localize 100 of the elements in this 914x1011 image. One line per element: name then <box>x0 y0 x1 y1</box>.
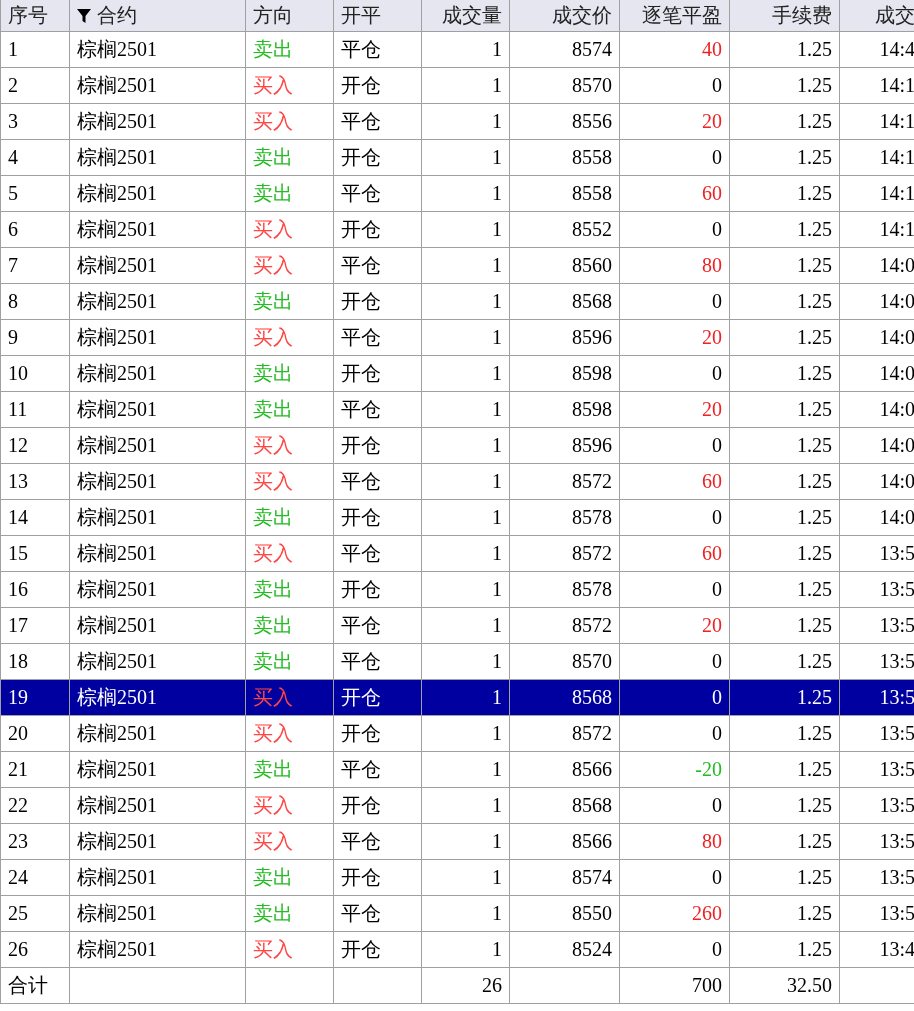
price-cell: 8572 <box>510 608 620 643</box>
time-cell-text: 14:0 <box>878 397 914 422</box>
table-row[interactable]: 8 棕榈2501 卖出 开仓 1 8568 0 1.25 14:0 <box>1 284 914 320</box>
time-cell-text: 14:1 <box>878 73 914 98</box>
table-row[interactable]: 16 棕榈2501 卖出 开仓 1 8578 0 1.25 13:5 <box>1 572 914 608</box>
table-row[interactable]: 17 棕榈2501 卖出 平仓 1 8572 20 1.25 13:5 <box>1 608 914 644</box>
fee-cell: 1.25 <box>730 752 840 787</box>
profit-text: 0 <box>712 686 722 709</box>
offset-cell: 平仓 <box>334 104 422 139</box>
price-cell: 8578 <box>510 572 620 607</box>
filter-icon[interactable] <box>77 8 91 23</box>
table-row[interactable]: 21 棕榈2501 卖出 平仓 1 8566 -20 1.25 13:5 <box>1 752 914 788</box>
table-row[interactable]: 3 棕榈2501 买入 平仓 1 8556 20 1.25 14:1 <box>1 104 914 140</box>
offset-cell: 开仓 <box>334 356 422 391</box>
direction-text: 卖出 <box>253 901 293 926</box>
quantity-cell: 1 <box>422 572 510 607</box>
row-number: 11 <box>1 392 70 427</box>
column-header[interactable]: 逐笔平盈 <box>620 0 730 31</box>
table-row[interactable]: 4 棕榈2501 卖出 开仓 1 8558 0 1.25 14:1 <box>1 140 914 176</box>
time-cell-text: 13:5 <box>878 721 914 746</box>
offset-cell: 开仓 <box>334 212 422 247</box>
column-header[interactable]: 合约 <box>70 0 246 31</box>
offset-cell: 平仓 <box>334 824 422 859</box>
table-row[interactable]: 25 棕榈2501 卖出 平仓 1 8550 260 1.25 13:5 <box>1 896 914 932</box>
table-row[interactable]: 1 棕榈2501 卖出 平仓 1 8574 40 1.25 14:4 <box>1 32 914 68</box>
profit-text: 0 <box>712 362 722 385</box>
column-header[interactable]: 序号 <box>1 0 70 31</box>
table-row[interactable]: 15 棕榈2501 买入 平仓 1 8572 60 1.25 13:5 <box>1 536 914 572</box>
row-number: 18 <box>1 644 70 679</box>
contract-cell: 棕榈2501 <box>70 68 246 103</box>
table-row[interactable]: 12 棕榈2501 买入 开仓 1 8596 0 1.25 14:0 <box>1 428 914 464</box>
table-row[interactable]: 18 棕榈2501 卖出 平仓 1 8570 0 1.25 13:5 <box>1 644 914 680</box>
contract-cell: 棕榈2501 <box>70 824 246 859</box>
fee-cell: 1.25 <box>730 68 840 103</box>
contract-cell: 棕榈2501 <box>70 428 246 463</box>
price-cell: 8556 <box>510 104 620 139</box>
column-header[interactable]: 成交量 <box>422 0 510 31</box>
direction-text: 买入 <box>253 469 293 494</box>
table-row[interactable]: 22 棕榈2501 买入 开仓 1 8568 0 1.25 13:5 <box>1 788 914 824</box>
quantity-cell: 1 <box>422 716 510 751</box>
direction-text: 卖出 <box>253 397 293 422</box>
profit-text: 0 <box>712 74 722 97</box>
time-cell-text: 13:5 <box>878 649 914 674</box>
total-cell: 32.50 <box>730 968 840 1003</box>
table-row[interactable]: 14 棕榈2501 卖出 开仓 1 8578 0 1.25 14:0 <box>1 500 914 536</box>
time-cell-text: 14:0 <box>878 505 914 530</box>
table-row[interactable]: 9 棕榈2501 买入 平仓 1 8596 20 1.25 14:0 <box>1 320 914 356</box>
table-row[interactable]: 6 棕榈2501 买入 开仓 1 8552 0 1.25 14:1 <box>1 212 914 248</box>
contract-cell: 棕榈2501 <box>70 140 246 175</box>
direction-text: 卖出 <box>253 757 293 782</box>
column-header[interactable]: 方向 <box>246 0 334 31</box>
column-header[interactable]: 手续费 <box>730 0 840 31</box>
table-row[interactable]: 26 棕榈2501 买入 开仓 1 8524 0 1.25 13:4 <box>1 932 914 968</box>
contract-cell: 棕榈2501 <box>70 716 246 751</box>
quantity-cell: 1 <box>422 536 510 571</box>
row-number: 5 <box>1 176 70 211</box>
direction-text: 卖出 <box>253 865 293 890</box>
quantity-cell: 1 <box>422 932 510 967</box>
direction-text: 买入 <box>253 829 293 854</box>
column-label: 合约 <box>97 3 137 28</box>
quantity-cell: 1 <box>422 608 510 643</box>
row-number: 13 <box>1 464 70 499</box>
column-header[interactable]: 开平 <box>334 0 422 31</box>
price-cell: 8566 <box>510 752 620 787</box>
profit-text: 0 <box>712 650 722 673</box>
table-row[interactable]: 24 棕榈2501 卖出 开仓 1 8574 0 1.25 13:5 <box>1 860 914 896</box>
row-number: 24 <box>1 860 70 895</box>
offset-cell: 平仓 <box>334 536 422 571</box>
table-row[interactable]: 7 棕榈2501 买入 平仓 1 8560 80 1.25 14:0 <box>1 248 914 284</box>
row-number: 10 <box>1 356 70 391</box>
price-cell: 8568 <box>510 284 620 319</box>
profit-text: 60 <box>702 182 722 205</box>
row-number: 3 <box>1 104 70 139</box>
table-row[interactable]: 23 棕榈2501 买入 平仓 1 8566 80 1.25 13:5 <box>1 824 914 860</box>
fee-cell: 1.25 <box>730 608 840 643</box>
profit-text: 80 <box>702 830 722 853</box>
contract-cell: 棕榈2501 <box>70 32 246 67</box>
row-number: 25 <box>1 896 70 931</box>
time-cell-text: 14:0 <box>878 289 914 314</box>
fee-cell: 1.25 <box>730 284 840 319</box>
column-header[interactable]: 成交 <box>840 0 914 31</box>
direction-text: 买入 <box>253 73 293 98</box>
fee-cell: 1.25 <box>730 932 840 967</box>
price-cell: 8598 <box>510 356 620 391</box>
price-cell: 8550 <box>510 896 620 931</box>
quantity-cell: 1 <box>422 176 510 211</box>
table-row[interactable]: 20 棕榈2501 买入 开仓 1 8572 0 1.25 13:5 <box>1 716 914 752</box>
table-row[interactable]: 5 棕榈2501 卖出 平仓 1 8558 60 1.25 14:1 <box>1 176 914 212</box>
quantity-cell: 1 <box>422 500 510 535</box>
column-header[interactable]: 成交价 <box>510 0 620 31</box>
table-row[interactable]: 13 棕榈2501 买入 平仓 1 8572 60 1.25 14:0 <box>1 464 914 500</box>
table-row[interactable]: 2 棕榈2501 买入 开仓 1 8570 0 1.25 14:1 <box>1 68 914 104</box>
table-row[interactable]: 11 棕榈2501 卖出 平仓 1 8598 20 1.25 14:0 <box>1 392 914 428</box>
row-number: 6 <box>1 212 70 247</box>
fee-cell: 1.25 <box>730 176 840 211</box>
time-cell-text: 14:1 <box>878 217 914 242</box>
table-row[interactable]: 10 棕榈2501 卖出 开仓 1 8598 0 1.25 14:0 <box>1 356 914 392</box>
table-row[interactable]: 19 棕榈2501 买入 开仓 1 8568 0 1.25 13:5 <box>1 680 914 716</box>
time-cell-text: 14:1 <box>878 109 914 134</box>
direction-text: 卖出 <box>253 649 293 674</box>
